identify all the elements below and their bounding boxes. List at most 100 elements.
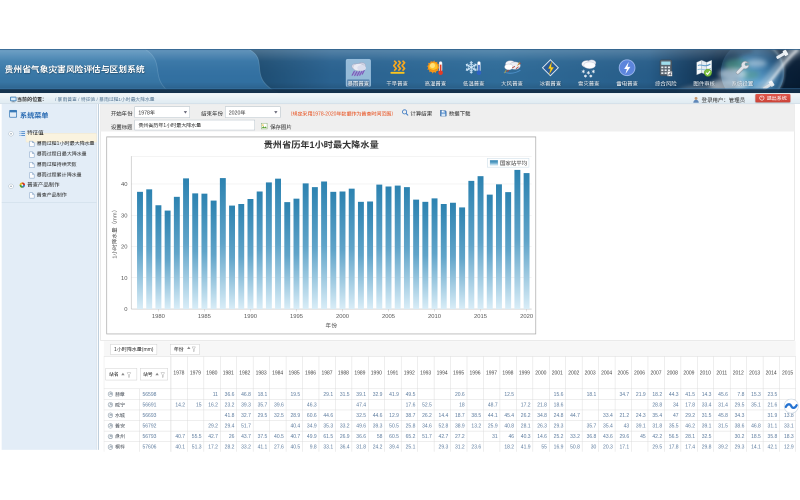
- svg-text:盘州: 盘州: [114, 433, 125, 440]
- svg-text:44.6: 44.6: [373, 412, 383, 419]
- svg-text:29.3: 29.3: [554, 422, 564, 429]
- svg-text:17.8: 17.8: [685, 401, 695, 408]
- svg-text:2005: 2005: [618, 369, 629, 376]
- svg-text:7.8: 7.8: [737, 390, 744, 397]
- svg-text:41.8: 41.8: [225, 412, 235, 419]
- svg-text:29.2: 29.2: [208, 422, 218, 429]
- svg-text:32.5: 32.5: [356, 412, 366, 419]
- svg-text:12.9: 12.9: [389, 412, 399, 419]
- svg-text:40.4: 40.4: [290, 422, 300, 429]
- svg-text:17.1: 17.1: [619, 443, 629, 450]
- svg-text:44.3: 44.3: [669, 390, 679, 397]
- svg-text:29.8: 29.8: [702, 443, 712, 450]
- svg-text:18.3: 18.3: [784, 433, 794, 440]
- svg-text:11: 11: [213, 390, 218, 397]
- svg-text:56792: 56792: [143, 422, 157, 429]
- svg-text:20.3: 20.3: [603, 443, 613, 450]
- svg-text:40.1: 40.1: [175, 443, 185, 450]
- svg-text:33.2: 33.2: [241, 443, 251, 450]
- svg-text:26.2: 26.2: [422, 412, 432, 419]
- svg-text:33.4: 33.4: [603, 412, 613, 419]
- svg-text:60.6: 60.6: [307, 412, 317, 419]
- svg-text:39.1: 39.1: [702, 422, 712, 429]
- svg-text:35.7: 35.7: [258, 401, 268, 408]
- svg-text:年份: 年份: [174, 346, 184, 353]
- svg-text:36.8: 36.8: [587, 433, 597, 440]
- svg-text:61.5: 61.5: [323, 433, 333, 440]
- svg-text:1980: 1980: [152, 310, 166, 319]
- svg-text:2004: 2004: [601, 369, 612, 376]
- svg-text:2006: 2006: [634, 369, 645, 376]
- svg-text:26.2: 26.2: [521, 412, 531, 419]
- svg-text:60.5: 60.5: [389, 433, 399, 440]
- svg-text:44.7: 44.7: [570, 412, 580, 419]
- svg-text:40: 40: [121, 179, 128, 188]
- svg-text:40.5: 40.5: [290, 443, 300, 450]
- svg-text:12.9: 12.9: [784, 443, 794, 450]
- svg-text:20: 20: [121, 241, 128, 250]
- svg-text:56693: 56693: [143, 412, 157, 419]
- svg-text:2007: 2007: [650, 369, 661, 376]
- svg-text:26.9: 26.9: [340, 433, 350, 440]
- svg-text:26: 26: [229, 433, 235, 440]
- svg-text:17.8: 17.8: [669, 443, 679, 450]
- svg-text:32.9: 32.9: [373, 390, 383, 397]
- svg-text:25.2: 25.2: [554, 433, 564, 440]
- svg-text:13.2: 13.2: [471, 422, 481, 429]
- svg-text:55: 55: [541, 443, 547, 450]
- svg-text:18.2: 18.2: [652, 390, 662, 397]
- svg-text:14.2: 14.2: [175, 401, 185, 408]
- svg-text:25.1: 25.1: [406, 443, 416, 450]
- svg-text:18.5: 18.5: [751, 433, 761, 440]
- svg-text:31.4: 31.4: [718, 401, 728, 408]
- svg-text:51.7: 51.7: [241, 422, 251, 429]
- svg-text:1998: 1998: [502, 369, 513, 376]
- svg-text:1996: 1996: [469, 369, 480, 376]
- svg-text:18.7: 18.7: [455, 412, 465, 419]
- svg-text:31.8: 31.8: [652, 422, 662, 429]
- svg-text:34.6: 34.6: [422, 422, 432, 429]
- svg-text:18.1: 18.1: [258, 390, 268, 397]
- svg-text:37.5: 37.5: [258, 433, 268, 440]
- svg-text:1985: 1985: [289, 369, 300, 376]
- svg-text:46: 46: [509, 433, 515, 440]
- svg-text:29.3: 29.3: [439, 443, 449, 450]
- svg-text:31.5: 31.5: [340, 390, 350, 397]
- svg-text:1989: 1989: [354, 369, 365, 376]
- svg-text:1993: 1993: [420, 369, 431, 376]
- svg-text:32.7: 32.7: [241, 412, 251, 419]
- svg-text:23.2: 23.2: [225, 401, 235, 408]
- svg-text:56691: 56691: [143, 401, 157, 408]
- svg-text:2012: 2012: [733, 369, 744, 376]
- svg-text:1991: 1991: [387, 369, 398, 376]
- svg-text:39.2: 39.2: [718, 443, 728, 450]
- svg-text:47.4: 47.4: [356, 401, 366, 408]
- svg-text:46.8: 46.8: [751, 422, 761, 429]
- svg-text:21.8: 21.8: [537, 401, 547, 408]
- svg-text:43.6: 43.6: [603, 433, 613, 440]
- svg-text:1995: 1995: [290, 310, 303, 319]
- svg-text:23.6: 23.6: [471, 443, 481, 450]
- svg-text:55.5: 55.5: [192, 433, 202, 440]
- svg-text:9.8: 9.8: [310, 443, 317, 450]
- svg-text:32.5: 32.5: [274, 412, 284, 419]
- svg-text:35.1: 35.1: [751, 401, 761, 408]
- svg-text:14.4: 14.4: [439, 412, 449, 419]
- svg-text:1小时降水量（mm）: 1小时降水量（mm）: [109, 206, 118, 258]
- svg-text:48.7: 48.7: [488, 401, 498, 408]
- svg-text:17.4: 17.4: [685, 443, 695, 450]
- svg-text:1992: 1992: [404, 369, 415, 376]
- svg-text:28.1: 28.1: [521, 422, 531, 429]
- svg-text:35.4: 35.4: [603, 422, 613, 429]
- svg-text:24.2: 24.2: [373, 443, 383, 450]
- svg-text:31.8: 31.8: [356, 443, 366, 450]
- svg-text:52.5: 52.5: [422, 401, 432, 408]
- svg-text:39.1: 39.1: [636, 422, 646, 429]
- svg-text:1987: 1987: [321, 369, 332, 376]
- svg-text:34.7: 34.7: [619, 390, 629, 397]
- svg-text:14.3: 14.3: [702, 390, 712, 397]
- svg-text:40.8: 40.8: [504, 422, 514, 429]
- svg-text:2008: 2008: [667, 369, 678, 376]
- svg-text:贵州省历年1小时最大降水量: 贵州省历年1小时最大降水量: [264, 136, 380, 150]
- svg-text:31: 31: [492, 433, 498, 440]
